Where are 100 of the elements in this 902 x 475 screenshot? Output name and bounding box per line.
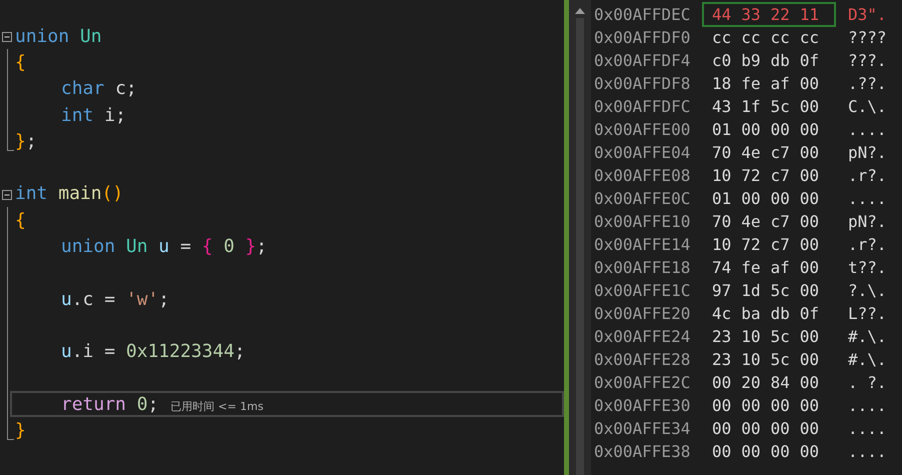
- memory-byte: 00: [800, 373, 820, 392]
- memory-address: 0x00AFFE34: [594, 419, 692, 438]
- number-literal: 0: [222, 236, 236, 258]
- memory-address: 0x00AFFE10: [594, 212, 692, 231]
- memory-byte: 23: [712, 350, 732, 369]
- code-text: ;: [158, 288, 170, 310]
- memory-ascii: ....: [848, 396, 887, 415]
- memory-byte: 5c: [770, 327, 790, 346]
- memory-byte: 00: [800, 235, 820, 254]
- memory-byte: 72: [741, 166, 761, 185]
- memory-byte: 1d: [741, 281, 761, 300]
- memory-byte: 00: [800, 120, 820, 139]
- memory-byte: 00: [770, 442, 790, 461]
- memory-byte: 4e: [741, 143, 761, 162]
- memory-byte: cc: [741, 28, 761, 47]
- memory-ascii: ....: [848, 120, 887, 139]
- memory-byte: 00: [800, 166, 820, 185]
- memory-ascii: t??.: [848, 258, 887, 277]
- memory-ascii: D3".: [848, 5, 887, 24]
- memory-byte: af: [770, 258, 790, 277]
- memory-byte: 0f: [800, 51, 820, 70]
- memory-byte: 10: [741, 350, 761, 369]
- memory-address: 0x00AFFE08: [594, 166, 692, 185]
- code-text: .c =: [72, 288, 116, 310]
- memory-byte: 01: [712, 120, 732, 139]
- memory-byte: 01: [712, 189, 732, 208]
- memory-ascii: pN?.: [848, 143, 887, 162]
- elapsed-time-hint: 已用时间 <= 1ms: [170, 398, 264, 414]
- memory-byte: fe: [741, 258, 761, 277]
- memory-byte: 00: [770, 419, 790, 438]
- memory-byte: 97: [712, 281, 732, 300]
- memory-byte: 0f: [800, 304, 820, 323]
- memory-address: 0x00AFFE00: [594, 120, 692, 139]
- memory-address: 0x00AFFE38: [594, 442, 692, 461]
- bracket: }: [15, 130, 26, 152]
- memory-byte: 11: [800, 5, 820, 24]
- code-text: =: [179, 236, 192, 258]
- scroll-up-icon[interactable]: [575, 8, 585, 14]
- memory-byte: 00: [800, 396, 820, 415]
- memory-byte: 00: [800, 419, 820, 438]
- bracket: {: [202, 236, 213, 258]
- memory-byte: ba: [741, 304, 761, 323]
- memory-byte: 00: [741, 442, 761, 461]
- collapse-icon[interactable]: [2, 190, 12, 200]
- memory-byte: 4e: [741, 212, 761, 231]
- code-text: .i =: [72, 341, 116, 362]
- string-literal: 'w': [126, 288, 159, 310]
- memory-byte: 1f: [741, 97, 761, 116]
- bracket: (): [102, 183, 124, 204]
- bracket: {: [15, 52, 26, 73]
- memory-address: 0x00AFFDF0: [594, 28, 692, 47]
- memory-ascii: L??.: [848, 304, 887, 323]
- memory-byte: c7: [770, 166, 790, 185]
- memory-byte: c0: [712, 51, 732, 70]
- memory-byte: 00: [800, 74, 820, 93]
- code-text: ;: [148, 394, 159, 415]
- memory-address: 0x00AFFE14: [594, 235, 692, 254]
- number-literal: 0x11223344: [126, 341, 234, 362]
- memory-byte: 00: [800, 97, 820, 116]
- memory-byte: 00: [741, 120, 761, 139]
- memory-byte: fe: [741, 74, 761, 93]
- memory-byte: 43: [712, 97, 732, 116]
- keyword-token: union: [61, 236, 116, 258]
- memory-byte: 00: [741, 396, 761, 415]
- memory-byte: 33: [741, 5, 761, 24]
- keyword-token: int: [15, 183, 49, 204]
- memory-byte: 00: [770, 396, 790, 415]
- memory-byte: 70: [712, 212, 732, 231]
- memory-ascii: pN?.: [848, 212, 887, 231]
- function-name: main: [58, 183, 102, 204]
- variable-name: u: [61, 341, 72, 362]
- variable-name: u: [158, 236, 170, 258]
- memory-byte: 5c: [770, 281, 790, 300]
- memory-ascii: .??.: [848, 74, 887, 93]
- memory-byte: cc: [712, 28, 732, 47]
- memory-byte: 23: [712, 327, 732, 346]
- memory-address: 0x00AFFE0C: [594, 189, 692, 208]
- memory-address: 0x00AFFE04: [594, 143, 692, 162]
- keyword-token: return: [61, 394, 128, 415]
- memory-byte: 5c: [770, 97, 790, 116]
- memory-byte: 4c: [712, 304, 732, 323]
- memory-byte: 00: [770, 120, 790, 139]
- memory-byte: 00: [712, 442, 732, 461]
- memory-ascii: ????: [848, 28, 887, 47]
- memory-byte: af: [770, 74, 790, 93]
- memory-byte: 00: [800, 327, 820, 346]
- memory-byte: 00: [741, 189, 761, 208]
- memory-address: 0x00AFFE24: [594, 327, 692, 346]
- memory-ascii: ....: [848, 189, 887, 208]
- memory-byte: 44: [712, 5, 732, 24]
- memory-byte: c7: [770, 143, 790, 162]
- collapse-icon[interactable]: [2, 32, 12, 42]
- number-literal: 0: [136, 394, 148, 415]
- code-text: i;: [103, 104, 126, 126]
- memory-address: 0x00AFFDFC: [594, 97, 692, 116]
- memory-byte: 22: [770, 5, 790, 24]
- keyword-token: int: [61, 104, 94, 126]
- memory-address: 0x00AFFE30: [594, 396, 692, 415]
- memory-byte: 84: [770, 373, 790, 392]
- memory-byte: 10: [712, 235, 732, 254]
